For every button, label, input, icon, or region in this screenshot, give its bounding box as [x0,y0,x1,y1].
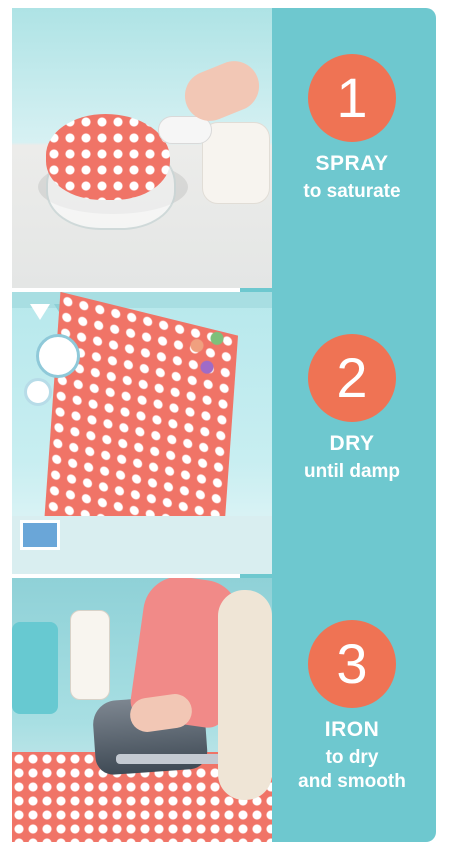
step-3-number-circle: 3 [308,620,396,708]
step-1-subtitle: to saturate [303,181,401,202]
step-2-subtitle: until damp [303,461,401,482]
framed-photo [20,520,60,550]
spray-photo-panel [12,8,272,288]
iron-soleplate [116,754,228,764]
step-3-title: IRON [324,718,380,741]
sewing-machine [12,622,58,714]
detergent-bottle [70,610,110,700]
step-1-number-circle: 1 [308,54,396,142]
step-3-number: 3 [336,632,368,695]
fabric-in-bowl [46,114,170,200]
step-3: 3 IRON to dry and smooth [268,620,436,795]
embroidery-hoop-small [24,378,52,406]
step-1-number: 1 [336,66,368,129]
step-2-number: 2 [336,346,368,409]
bunting-flag-left [30,304,50,320]
step-3-subtitle: to dry and smooth [298,747,406,793]
bunting-line [12,292,272,308]
step-2-title: DRY [329,432,375,455]
flower-arrangement [182,324,232,396]
instruction-card: 1 SPRAY to saturate 2 DRY until damp 3 I… [0,0,454,850]
person-body [218,590,272,800]
step-1: 1 SPRAY to saturate [268,54,436,204]
step-1-title: SPRAY [315,152,389,175]
photo-column [12,8,272,842]
spray-bottle-body [202,122,270,204]
step-2: 2 DRY until damp [268,334,436,484]
iron-photo-panel [12,578,272,842]
step-2-number-circle: 2 [308,334,396,422]
dry-photo-panel [12,292,272,574]
embroidery-hoop-large [36,334,80,378]
